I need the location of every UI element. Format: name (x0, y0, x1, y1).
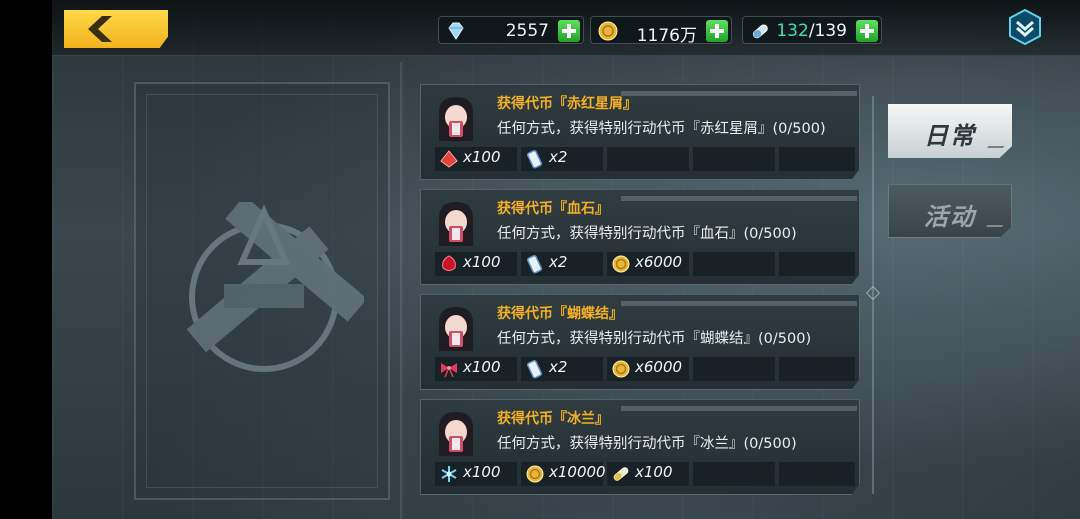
tab-daily[interactable]: 日常 (888, 104, 1012, 158)
empty-reward-slot (607, 147, 689, 171)
task-card: 获得代币『冰兰』 任何方式，获得特别行动代币『冰兰』(0/500) x100 x… (420, 399, 860, 495)
reward-quantity: x100 (635, 463, 673, 481)
stamina-amount: 132/139 (776, 21, 847, 41)
task-description: 任何方式，获得特别行动代币『血石』(0/500) (497, 226, 797, 242)
blood-stone-icon (442, 255, 456, 271)
empty-reward-slot (779, 252, 855, 276)
red-crystal-icon (440, 150, 458, 168)
task-title: 获得代币『赤红星屑』 (497, 96, 637, 112)
reward-row: x100 x2 x6000 (435, 357, 855, 381)
empty-reward-slot (779, 147, 855, 171)
character-avatar-icon (439, 412, 473, 456)
reward-quantity: x10000 (549, 463, 606, 481)
game-screen: 2557 1176万 132/139 获得代币『赤红星屑』 任何方式，获得特别行… (52, 0, 1080, 519)
task-description: 任何方式，获得特别行动代币『赤红星屑』(0/500) (497, 121, 826, 137)
task-title: 获得代币『血石』 (497, 201, 609, 217)
reward-quantity: x2 (549, 148, 568, 166)
character-avatar-icon (439, 97, 473, 141)
empty-reward-slot (779, 462, 855, 486)
reward-row: x100 x10000 x100 (435, 462, 855, 486)
reward-quantity: x2 (549, 358, 568, 376)
task-description: 任何方式，获得特别行动代币『蝴蝶结』(0/500) (497, 331, 812, 347)
reward-slot[interactable]: x6000 (607, 252, 689, 276)
reward-slot[interactable]: x6000 (607, 357, 689, 381)
task-card: 获得代币『血石』 任何方式，获得特别行动代币『血石』(0/500) x100 x… (420, 189, 860, 285)
card-header-strip (621, 301, 857, 306)
reward-row: x100 x2 (435, 147, 855, 171)
ticket-icon (526, 149, 543, 169)
character-avatar-icon (439, 202, 473, 246)
character-avatar-icon (439, 307, 473, 351)
ticket-icon (526, 254, 543, 274)
reward-quantity: x2 (549, 253, 568, 271)
reward-slot[interactable]: x100 (607, 462, 689, 486)
task-description: 任何方式，获得特别行动代币『冰兰』(0/500) (497, 436, 797, 452)
reward-slot[interactable]: x100 (435, 147, 517, 171)
reward-slot[interactable]: x2 (521, 252, 603, 276)
ice-orchid-icon (441, 466, 457, 482)
empty-reward-slot (693, 357, 775, 381)
empty-reward-slot (779, 357, 855, 381)
add-diamond-button[interactable] (558, 20, 580, 42)
task-title: 获得代币『冰兰』 (497, 411, 609, 427)
back-button[interactable] (64, 10, 168, 48)
menu-chevron-icon[interactable] (1006, 8, 1044, 46)
add-stamina-button[interactable] (856, 20, 878, 42)
ticket-icon (526, 359, 543, 379)
gold-coin-icon (612, 360, 630, 378)
reward-quantity: x100 (463, 358, 501, 376)
reward-slot[interactable]: x100 (435, 462, 517, 486)
empty-reward-slot (693, 147, 775, 171)
crossed-hammers-emblem-icon (186, 202, 364, 372)
empty-reward-slot (693, 252, 775, 276)
gold-coin-icon (526, 465, 544, 483)
reward-slot[interactable]: x10000 (521, 462, 606, 486)
stamina-current: 132 (776, 21, 809, 41)
stamina-max: /139 (808, 21, 847, 41)
reward-quantity: x100 (463, 253, 501, 271)
stamina-counter: 132/139 (742, 16, 882, 44)
add-coin-button[interactable] (706, 20, 728, 42)
coin-amount: 1176万 (636, 26, 697, 46)
back-arrow-icon (88, 16, 112, 42)
exp-capsule-icon (613, 467, 629, 481)
reward-quantity: x6000 (635, 253, 683, 271)
reward-quantity: x100 (463, 148, 501, 166)
reward-quantity: x6000 (635, 358, 683, 376)
task-title: 获得代币『蝴蝶结』 (497, 306, 623, 322)
stamina-capsule-icon (752, 24, 768, 39)
reward-slot[interactable]: x100 (435, 357, 517, 381)
top-bar: 2557 1176万 132/139 (52, 0, 1080, 56)
reward-row: x100 x2 x6000 (435, 252, 855, 276)
bow-icon (441, 363, 457, 378)
emblem-panel (134, 82, 390, 500)
coin-counter: 1176万 (590, 16, 732, 46)
card-header-strip (621, 91, 857, 96)
empty-reward-slot (693, 462, 775, 486)
reward-quantity: x100 (463, 463, 501, 481)
task-card: 获得代币『赤红星屑』 任何方式，获得特别行动代币『赤红星屑』(0/500) x1… (420, 84, 860, 180)
task-card: 获得代币『蝴蝶结』 任何方式，获得特别行动代币『蝴蝶结』(0/500) x100… (420, 294, 860, 390)
diamond-amount: 2557 (505, 21, 549, 41)
tab-event[interactable]: 活动 (888, 184, 1012, 238)
card-header-strip (621, 196, 857, 201)
gold-coin-icon (612, 255, 630, 273)
diamond-counter: 2557 (438, 16, 584, 44)
reward-slot[interactable]: x2 (521, 147, 603, 171)
gold-coin-icon (598, 21, 618, 41)
card-header-strip (621, 406, 857, 411)
tab-corner-marks (983, 146, 1005, 152)
reward-slot[interactable]: x100 (435, 252, 517, 276)
diamond-icon (448, 22, 464, 40)
reward-slot[interactable]: x2 (521, 357, 603, 381)
